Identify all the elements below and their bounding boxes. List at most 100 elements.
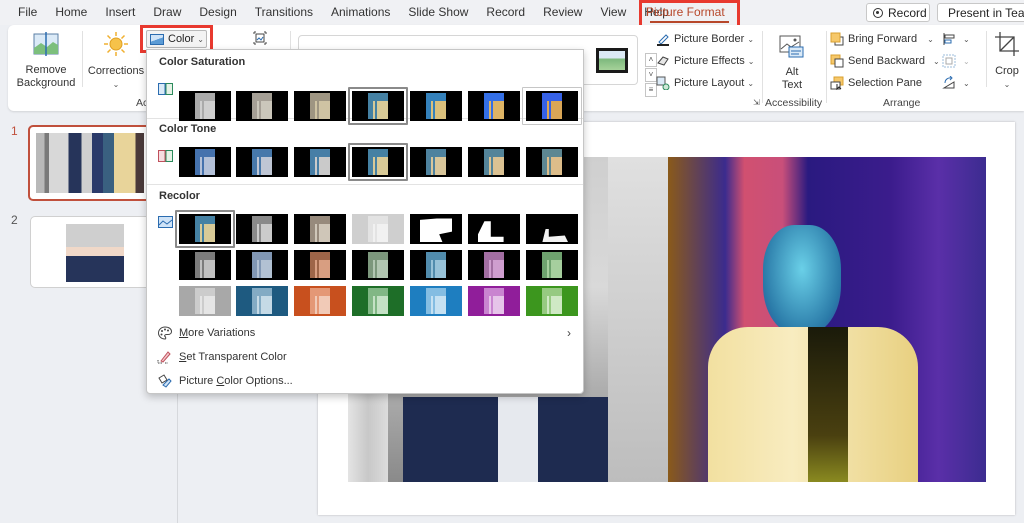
recolor-heading: Recolor bbox=[159, 190, 200, 202]
color-swatch[interactable] bbox=[294, 286, 346, 316]
tab-file[interactable]: File bbox=[0, 0, 46, 25]
set-transparent-color-item[interactable]: Set Transparent Color bbox=[157, 347, 577, 367]
color-swatch[interactable] bbox=[236, 250, 288, 280]
color-swatch[interactable] bbox=[410, 91, 462, 121]
color-swatch[interactable] bbox=[410, 250, 462, 280]
swatch-preview-image bbox=[484, 252, 504, 278]
color-swatch[interactable] bbox=[468, 214, 520, 244]
present-in-teams-button[interactable]: Present in Teams bbox=[937, 3, 1024, 22]
alt-text-button[interactable]: Alt Text bbox=[772, 34, 812, 92]
color-swatch[interactable] bbox=[352, 286, 404, 316]
color-swatch[interactable] bbox=[468, 91, 520, 121]
more-variations-item[interactable]: More Variations › bbox=[157, 323, 577, 343]
color-button[interactable]: Color ⌄ bbox=[146, 30, 207, 48]
color-swatch[interactable] bbox=[179, 214, 231, 244]
remove-background-button[interactable]: Remove Background bbox=[16, 32, 76, 90]
color-swatch[interactable] bbox=[236, 147, 288, 177]
tab-draw[interactable]: Draw bbox=[144, 0, 190, 25]
swatch-preview-image bbox=[195, 93, 215, 119]
tab-insert[interactable]: Insert bbox=[96, 0, 144, 25]
color-swatch[interactable] bbox=[410, 286, 462, 316]
send-backward-button[interactable]: Send Backward ⌄ bbox=[830, 51, 940, 71]
color-swatch[interactable] bbox=[352, 214, 404, 244]
dialog-launcher-icon[interactable]: ⇲ bbox=[753, 98, 760, 107]
tab-view[interactable]: View bbox=[591, 0, 635, 25]
color-swatch[interactable] bbox=[468, 250, 520, 280]
picture-style-thumbnail[interactable] bbox=[596, 48, 628, 73]
slide-2-preview-image bbox=[66, 224, 124, 282]
color-swatch[interactable] bbox=[410, 214, 462, 244]
chevron-down-icon: ⌄ bbox=[747, 56, 755, 66]
record-button-label: Record bbox=[888, 5, 927, 20]
compress-pictures-icon[interactable] bbox=[253, 31, 267, 45]
separator bbox=[762, 31, 763, 103]
swatch-preview-image bbox=[420, 217, 452, 242]
rotate-button[interactable]: ⌄ bbox=[942, 73, 970, 93]
color-swatch[interactable] bbox=[526, 91, 578, 121]
color-swatch[interactable] bbox=[526, 286, 578, 316]
picture-layout-button[interactable]: Picture Layout ⌄ bbox=[656, 73, 754, 93]
set-transparent-color-icon bbox=[157, 350, 173, 364]
swatch-preview-image bbox=[252, 93, 272, 119]
align-button[interactable]: ⌄ bbox=[942, 29, 970, 49]
color-swatch[interactable] bbox=[179, 286, 231, 316]
recolored-photo[interactable] bbox=[668, 157, 986, 482]
group-button[interactable]: ⌄ bbox=[942, 51, 970, 71]
selection-pane-button[interactable]: Selection Pane bbox=[830, 73, 922, 93]
chevron-down-icon: ⌄ bbox=[927, 34, 934, 44]
swatch-preview-image bbox=[426, 252, 446, 278]
crop-button[interactable]: Crop ⌄ bbox=[992, 31, 1022, 91]
present-button-label: Present in Teams bbox=[948, 5, 1024, 20]
slide-number-2: 2 bbox=[11, 213, 18, 227]
color-swatch[interactable] bbox=[468, 286, 520, 316]
corrections-button[interactable]: Corrections ⌄ bbox=[88, 31, 144, 91]
color-swatch[interactable] bbox=[526, 147, 578, 177]
slide-thumbnail-1[interactable] bbox=[28, 125, 152, 201]
picture-border-button[interactable]: Picture Border ⌄ bbox=[656, 29, 754, 49]
swatch-preview-image bbox=[252, 252, 272, 278]
remove-background-label-2: Background bbox=[16, 77, 76, 89]
color-swatch[interactable] bbox=[352, 147, 404, 177]
send-backward-label: Send Backward bbox=[848, 55, 926, 67]
color-swatch[interactable] bbox=[294, 250, 346, 280]
tab-home[interactable]: Home bbox=[46, 0, 96, 25]
slide-thumbnail-2[interactable] bbox=[30, 216, 151, 288]
swatch-preview-image bbox=[368, 288, 388, 314]
color-swatch[interactable] bbox=[526, 214, 578, 244]
chevron-down-icon: ⌄ bbox=[1003, 80, 1011, 89]
color-swatch[interactable] bbox=[179, 91, 231, 121]
color-swatch[interactable] bbox=[352, 250, 404, 280]
color-swatch[interactable] bbox=[526, 250, 578, 280]
selection-pane-icon bbox=[830, 76, 844, 91]
tab-transitions[interactable]: Transitions bbox=[246, 0, 322, 25]
tab-animations[interactable]: Animations bbox=[322, 0, 399, 25]
color-swatch[interactable] bbox=[294, 147, 346, 177]
color-swatch[interactable] bbox=[352, 91, 404, 121]
color-swatch[interactable] bbox=[179, 250, 231, 280]
color-swatch[interactable] bbox=[468, 147, 520, 177]
bring-forward-button[interactable]: Bring Forward ⌄ bbox=[830, 29, 934, 49]
color-swatch[interactable] bbox=[236, 91, 288, 121]
color-swatch[interactable] bbox=[179, 147, 231, 177]
picture-color-options-item[interactable]: Picture Color Options... bbox=[157, 371, 577, 391]
color-swatch[interactable] bbox=[294, 214, 346, 244]
tab-review[interactable]: Review bbox=[534, 0, 591, 25]
color-swatch[interactable] bbox=[236, 286, 288, 316]
swatch-preview-image bbox=[310, 252, 330, 278]
tab-slide-show[interactable]: Slide Show bbox=[399, 0, 477, 25]
record-button[interactable]: Record bbox=[866, 3, 930, 22]
tab-design[interactable]: Design bbox=[190, 0, 245, 25]
picture-effects-button[interactable]: Picture Effects ⌄ bbox=[656, 51, 754, 71]
tab-record[interactable]: Record bbox=[477, 0, 534, 25]
color-button-label: Color bbox=[168, 33, 195, 45]
alt-text-icon bbox=[779, 35, 804, 58]
bring-forward-icon bbox=[830, 32, 844, 46]
color-saturation-heading: Color Saturation bbox=[159, 56, 246, 68]
record-icon bbox=[873, 7, 883, 18]
color-swatch[interactable] bbox=[236, 214, 288, 244]
picture-layout-label: Picture Layout bbox=[674, 77, 745, 89]
color-swatch[interactable] bbox=[410, 147, 462, 177]
color-dropdown-menu: Color Saturation Color Tone Recolor More… bbox=[146, 49, 584, 394]
color-swatch[interactable] bbox=[294, 91, 346, 121]
chevron-down-icon: ⌄ bbox=[197, 34, 204, 44]
